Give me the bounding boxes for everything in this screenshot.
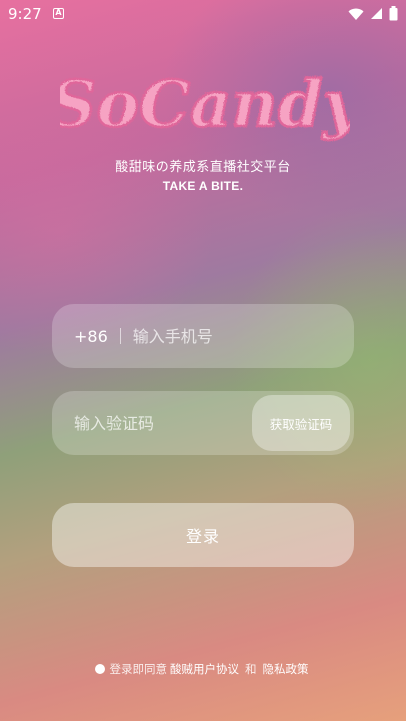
svg-text:SoCandy: SoCandy — [60, 67, 350, 142]
battery-icon — [389, 6, 398, 21]
field-divider — [119, 328, 121, 344]
agreement-radio[interactable] — [94, 664, 105, 674]
get-code-button[interactable]: 获取验证码 — [252, 395, 350, 451]
status-bar: 9:27 A — [0, 0, 406, 28]
notification-badge-icon: A — [53, 8, 64, 19]
phone-field: +86 — [52, 304, 354, 368]
user-agreement-link[interactable]: 酸贼用户协议 — [170, 661, 239, 677]
agreement-row: 登录即同意 酸贼用户协议 和 隐私政策 — [0, 661, 406, 677]
status-icons — [348, 6, 398, 21]
login-button[interactable]: 登录 — [52, 503, 354, 567]
agreement-and: 和 — [245, 662, 257, 676]
wifi-icon — [348, 8, 364, 20]
agreement-prefix: 登录即同意 — [109, 662, 168, 676]
tagline-cn: 酸甜味の养成系直播社交平台 — [115, 160, 291, 175]
privacy-policy-link[interactable]: 隐私政策 — [263, 661, 309, 677]
phone-input[interactable] — [132, 326, 354, 346]
status-time: 9:27 — [8, 5, 42, 23]
country-code[interactable]: +86 — [74, 327, 108, 346]
tagline-en: TAKE A BITE. — [162, 179, 244, 193]
socandy-logo: SoCandy — [60, 66, 350, 144]
verification-code-field: 获取验证码 — [52, 391, 354, 455]
cellular-signal-icon — [371, 8, 382, 19]
